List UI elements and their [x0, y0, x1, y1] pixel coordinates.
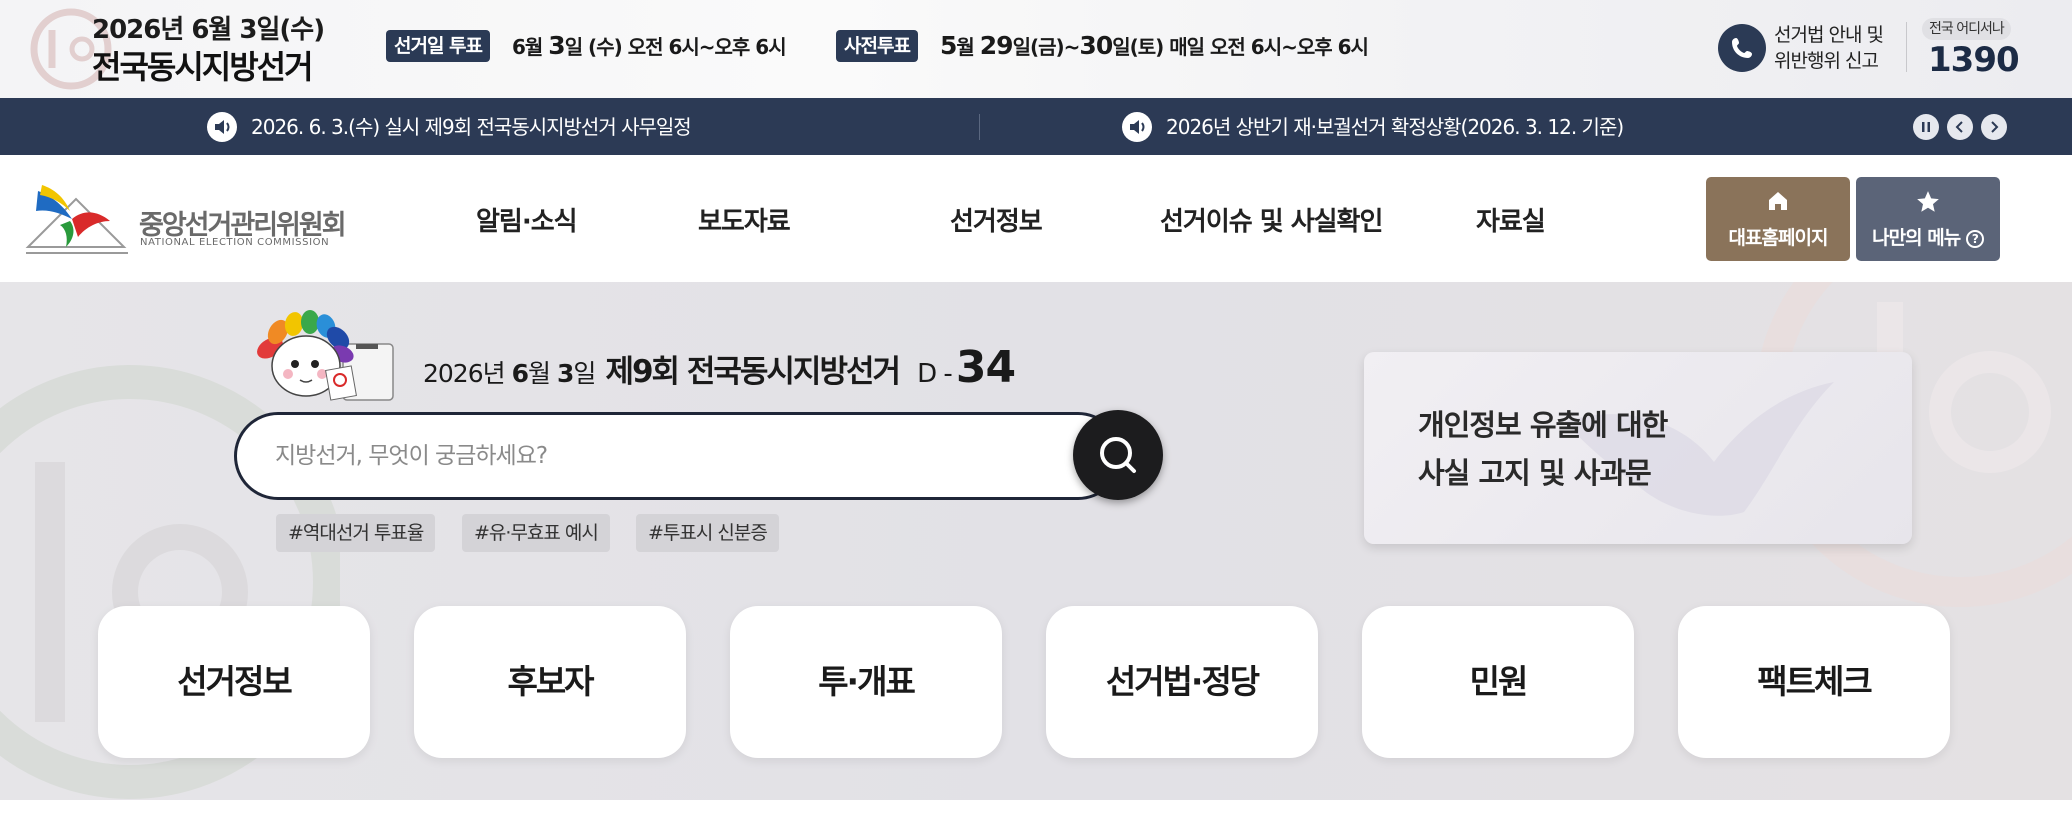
chevron-right-icon: [1991, 121, 1999, 133]
election-info-bar: 2026년 6월 3일(수) 전국동시지방선거 선거일 투표 3 6월 3일 (…: [0, 0, 2072, 98]
tag-valid-invalid-ballots[interactable]: #유·무효표 예시: [462, 514, 610, 552]
early-vote-month-label: 월: [956, 35, 980, 59]
next-button[interactable]: [1981, 114, 2007, 140]
dday-election-title: 제9회 전국동시지방선거: [605, 354, 901, 390]
nav-archive[interactable]: 자료실: [1476, 201, 1546, 238]
report-line1: 선거법 안내 및: [1774, 24, 1884, 46]
privacy-notice-line1: 개인정보 유출에 대한: [1418, 408, 1668, 442]
early-vote-text: 5월 29일(금)~30일(토) 매일 오전 6시~오후 6시: [940, 30, 1369, 62]
nav-press[interactable]: 보도자료: [698, 201, 791, 238]
early-vote-badge: 사전투표: [836, 30, 918, 62]
my-menu-text: 나만의 메뉴: [1872, 227, 1961, 249]
dday-label: D -: [917, 359, 953, 389]
dday-date: 2026년 6월 3일: [423, 359, 596, 388]
early-vote-start-label: 일(금)~: [1012, 35, 1081, 59]
quick-menu-election-info[interactable]: 선거정보: [98, 606, 370, 758]
early-vote-month: 5: [940, 31, 957, 60]
site-header: 중앙선거관리위원회 NATIONAL ELECTION COMMISSION 알…: [0, 155, 2072, 282]
help-circle-icon[interactable]: ?: [1965, 229, 1984, 248]
election-day-text: 3 6월 3일 (수) 오전 6시~오후 6시: [512, 30, 787, 62]
dday-banner: 2026년 6월 3일 제9회 전국동시지방선거 D - 34: [423, 342, 1016, 393]
election-day-hours: 일 (수) 오전 6시~오후 6시: [564, 35, 787, 59]
early-vote-hours: 일(토) 매일 오전 6시~오후 6시: [1112, 35, 1369, 59]
my-menu-label: 나만의 메뉴 ?: [1856, 223, 2000, 250]
pause-button[interactable]: [1913, 114, 1939, 140]
nav-fact-check[interactable]: 선거이슈 및 사실확인: [1160, 201, 1383, 238]
election-day-day: 3: [548, 31, 565, 60]
notice-link-byelection[interactable]: 2026년 상반기 재·보궐선거 확정상황(2026. 3. 12. 기준): [1166, 112, 1624, 142]
quick-menu-civil-complaint[interactable]: 민원: [1362, 606, 1634, 758]
my-menu-button[interactable]: 나만의 메뉴 ?: [1856, 177, 2000, 261]
speaker-icon: [207, 112, 237, 142]
search-box: [234, 412, 1122, 500]
dday-month: 6: [511, 359, 529, 388]
nav-news[interactable]: 알림·소식: [476, 201, 578, 238]
topbar-divider: [1906, 22, 1907, 72]
quick-menu-voting-counting[interactable]: 투·개표: [730, 606, 1002, 758]
notice-divider: [979, 114, 980, 140]
early-vote-start: 29: [979, 31, 1014, 60]
nav-election-info[interactable]: 선거정보: [950, 201, 1043, 238]
quick-menu-election-law[interactable]: 선거법·정당: [1046, 606, 1318, 758]
prev-button[interactable]: [1947, 114, 1973, 140]
logo-english-text: NATIONAL ELECTION COMMISSION: [140, 237, 330, 248]
privacy-notice-line2: 사실 고지 및 사과문: [1418, 456, 1652, 490]
quick-menu-fact-check[interactable]: 팩트체크: [1678, 606, 1950, 758]
dday-month-label: 월: [527, 359, 557, 388]
violation-report-link[interactable]: 선거법 안내 및 위반행위 신고: [1774, 22, 1884, 74]
home-icon: [1769, 192, 1787, 210]
election-date: 2026년 6월 3일(수): [92, 15, 325, 45]
notice-bar: 2026. 6. 3.(수) 실시 제9회 전국동시지방선거 사무일정 2026…: [0, 98, 2072, 155]
chevron-left-icon: [1955, 121, 1963, 133]
main-homepage-label: 대표홈페이지: [1728, 227, 1829, 249]
search-button[interactable]: [1073, 410, 1163, 500]
mascot-character-icon: [257, 310, 394, 401]
hero-section: 2026년 6월 3일 제9회 전국동시지방선거 D - 34 #역대선거 투표…: [0, 282, 2072, 800]
dday-year: 2026년: [423, 359, 512, 388]
hotline-number[interactable]: 1390: [1928, 40, 2020, 80]
election-title: 전국동시지방선거: [92, 48, 314, 86]
main-homepage-button[interactable]: 대표홈페이지: [1706, 177, 1850, 261]
phone-icon[interactable]: [1718, 24, 1766, 72]
search-input[interactable]: [275, 415, 1035, 497]
star-icon: [1917, 191, 1939, 212]
hotline-label: 전국 어디서나: [1922, 18, 2011, 40]
page-bottom-strip: [0, 800, 2072, 817]
speaker-icon: [1122, 112, 1152, 142]
early-vote-end: 30: [1079, 31, 1113, 60]
dday-day: 3: [556, 359, 574, 388]
tag-voter-id[interactable]: #투표시 신분증: [636, 514, 779, 552]
election-day-month-label: 6월: [512, 35, 549, 59]
dday-count: 34: [955, 342, 1016, 393]
quick-menu-candidates[interactable]: 후보자: [414, 606, 686, 758]
dday-day-label: 일: [573, 359, 596, 388]
privacy-notice-card[interactable]: 개인정보 유출에 대한 사실 고지 및 사과문: [1364, 352, 1912, 544]
pause-icon: [1922, 122, 1930, 132]
report-line2: 위반행위 신고: [1774, 50, 1879, 72]
notice-link-schedule[interactable]: 2026. 6. 3.(수) 실시 제9회 전국동시지방선거 사무일정: [251, 112, 692, 142]
nec-logo-icon[interactable]: [24, 181, 130, 257]
tag-turnout[interactable]: #역대선거 투표율: [276, 514, 436, 552]
election-day-badge: 선거일 투표: [386, 30, 491, 62]
search-icon: [1100, 437, 1136, 473]
